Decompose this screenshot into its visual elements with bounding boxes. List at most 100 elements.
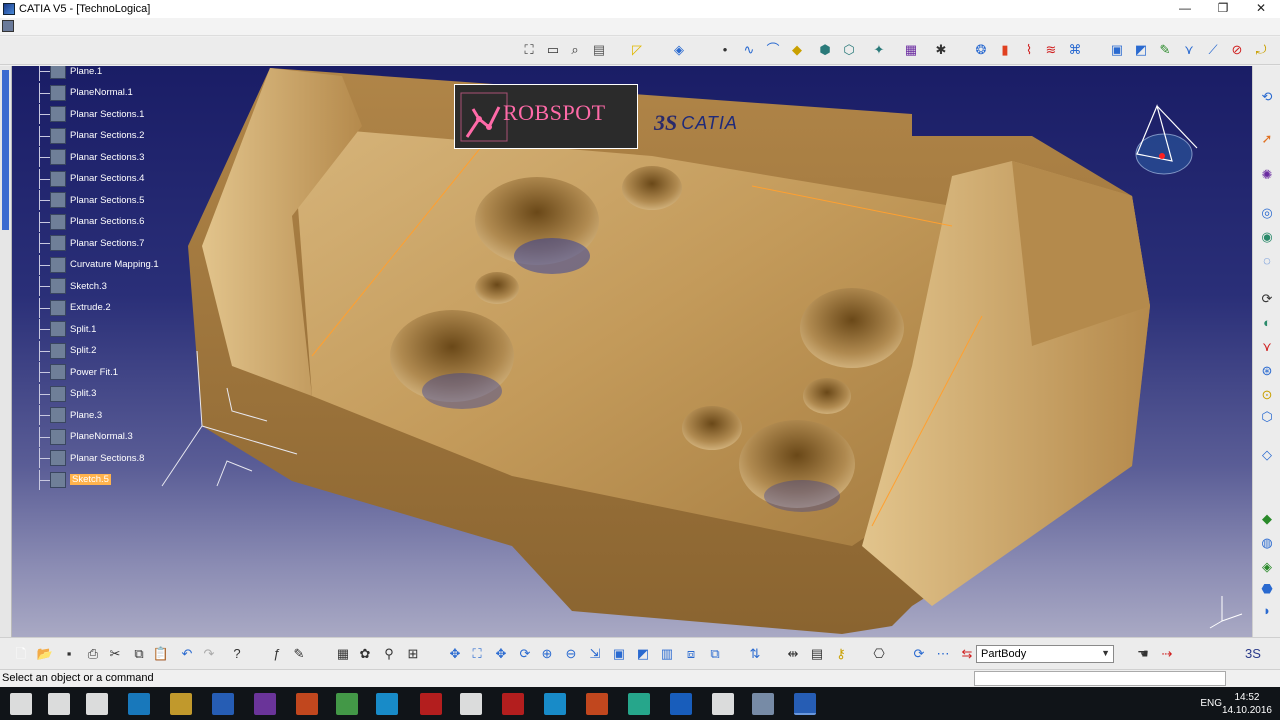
plane-tool-icon[interactable]: ◈	[670, 41, 688, 59]
render-icon[interactable]: ✎	[1156, 41, 1174, 59]
swap-visible-icon[interactable]: ⧈	[682, 645, 700, 663]
tool-a-icon[interactable]: ◎	[1258, 204, 1276, 222]
search-icon[interactable]	[48, 693, 70, 715]
tree-scrollbar[interactable]	[0, 66, 12, 637]
shade-icon[interactable]: ◩	[634, 645, 652, 663]
task-view-icon[interactable]	[86, 693, 108, 715]
catia-task-icon[interactable]	[794, 693, 816, 715]
tool-c-icon[interactable]: ◌	[1258, 252, 1276, 270]
tree-item[interactable]: Planar Sections.1	[30, 104, 144, 124]
rotate-view-icon[interactable]: ⟳	[516, 645, 534, 663]
app-g-icon[interactable]	[712, 693, 734, 715]
tool-g-icon[interactable]: ⊛	[1258, 362, 1276, 380]
tree-item[interactable]: Split.3	[30, 383, 96, 404]
windows-start-icon[interactable]	[10, 693, 32, 715]
tree-item[interactable]: Planar Sections.5	[30, 190, 144, 210]
tool-k-icon[interactable]: ◆	[1258, 510, 1276, 528]
normal-view-icon[interactable]: ⇲	[586, 645, 604, 663]
sketch-tool-icon[interactable]: ◸	[628, 41, 646, 59]
hand-icon[interactable]: ☚	[1134, 645, 1152, 663]
open-icon[interactable]: 📂	[36, 645, 54, 663]
outlook-icon[interactable]	[212, 693, 234, 715]
tree-item[interactable]: Planar Sections.8	[30, 448, 144, 468]
tool-b-icon[interactable]: ◉	[1258, 228, 1276, 246]
cut-icon[interactable]: ✂	[106, 645, 124, 663]
tree-item[interactable]: Sketch.3	[30, 276, 107, 296]
explorer-icon[interactable]	[170, 693, 192, 715]
edge-icon[interactable]	[128, 693, 150, 715]
fit-all-icon[interactable]: ⛶	[520, 41, 538, 59]
chrome-icon[interactable]	[336, 693, 358, 715]
skype-icon[interactable]	[376, 693, 398, 715]
tree-item[interactable]: PlaneNormal.1	[30, 82, 133, 103]
power-fit-tool-icon[interactable]: ✦	[870, 41, 888, 59]
extrude-tool-icon[interactable]: ⬢	[816, 41, 834, 59]
ds-corner-logo-icon[interactable]: 3S	[1244, 645, 1262, 663]
grid-icon[interactable]: ▦	[334, 645, 352, 663]
vs-icon[interactable]	[254, 693, 276, 715]
close-button[interactable]: ✕	[1242, 0, 1280, 18]
zoom-area-icon[interactable]: ⌕	[566, 41, 584, 59]
tree-item[interactable]: Curvature Mapping.1	[30, 254, 159, 275]
section-analysis-icon[interactable]: ⌘	[1066, 41, 1084, 59]
swap-icon[interactable]: ⤾	[1252, 41, 1270, 59]
analysis-icon[interactable]: ✱	[932, 41, 950, 59]
curvature-tool-icon[interactable]: ❂	[972, 41, 990, 59]
command-input[interactable]	[974, 671, 1226, 686]
minimize-button[interactable]: —	[1166, 0, 1204, 18]
pointer-icon[interactable]: ⇢	[1158, 645, 1176, 663]
pan-icon[interactable]: ✥	[446, 645, 464, 663]
material-icon[interactable]: ▤	[808, 645, 826, 663]
tree-item[interactable]: Sketch.5	[30, 469, 111, 490]
tool-i-icon[interactable]: ⬡	[1258, 408, 1276, 426]
hide-icon[interactable]: ⊘	[1228, 41, 1246, 59]
tree-item[interactable]: Plane.3	[30, 405, 102, 425]
analyze-icon[interactable]: ⊞	[404, 645, 422, 663]
tree-item[interactable]: PlaneNormal.3	[30, 426, 133, 447]
tree-item[interactable]: Plane.1	[30, 66, 102, 81]
iso-view-icon[interactable]: ▣	[610, 645, 628, 663]
refresh-icon[interactable]: ⟳	[910, 645, 928, 663]
mesh-icon[interactable]: ▦	[902, 41, 920, 59]
measure-icon[interactable]: ⚲	[380, 645, 398, 663]
maximize-button[interactable]: ❐	[1204, 0, 1242, 18]
tool-m-icon[interactable]: ◈	[1258, 558, 1276, 576]
hide-show-icon[interactable]: ▥	[658, 645, 676, 663]
deviation-icon[interactable]: ⌇	[1020, 41, 1038, 59]
app-b-icon[interactable]	[502, 693, 524, 715]
rotate-icon[interactable]: ⟲	[1258, 88, 1276, 106]
app-e-icon[interactable]	[628, 693, 650, 715]
tree-item[interactable]: Planar Sections.6	[30, 211, 144, 232]
save-icon[interactable]: ▪	[60, 645, 78, 663]
tool-h-icon[interactable]: ⊙	[1258, 386, 1276, 404]
revolve-icon[interactable]: ⬡	[840, 41, 858, 59]
tree-item[interactable]: Planar Sections.2	[30, 125, 144, 146]
tree-item[interactable]: Split.1	[30, 319, 96, 339]
comment-icon[interactable]: ✎	[290, 645, 308, 663]
3d-viewport[interactable]: Plane.1 PlaneNormal.1 Planar Sections.1 Pla…	[12, 66, 1252, 637]
connect-icon[interactable]: ⟋	[1204, 41, 1222, 59]
knowledge-icon[interactable]: ✿	[356, 645, 374, 663]
options-icon[interactable]: ⋯	[934, 645, 952, 663]
cloud-icon[interactable]: ✺	[1258, 166, 1276, 184]
fit-icon[interactable]: ⛶	[468, 645, 486, 663]
select-body-icon[interactable]: ⇆	[958, 645, 976, 663]
formula-icon[interactable]: ƒ	[268, 645, 286, 663]
tolerance-icon[interactable]: ⇹	[784, 645, 802, 663]
app-f-icon[interactable]	[670, 693, 692, 715]
curve-icon[interactable]: ⌒	[764, 41, 782, 59]
redo-icon[interactable]: ↷	[200, 645, 218, 663]
panda-icon[interactable]	[460, 693, 482, 715]
porcupine-icon[interactable]: ≋	[1042, 41, 1060, 59]
copy-icon[interactable]: ⧉	[130, 645, 148, 663]
tree-item[interactable]: Split.2	[30, 340, 96, 361]
app-c-icon[interactable]	[544, 693, 566, 715]
spline-icon[interactable]: ∿	[740, 41, 758, 59]
zoom-out-icon[interactable]: ⊖	[562, 645, 580, 663]
solidworks-icon[interactable]	[420, 693, 442, 715]
lock-icon[interactable]: ⚷	[832, 645, 850, 663]
tree-item[interactable]: Planar Sections.4	[30, 168, 144, 189]
compass-icon[interactable]	[1135, 104, 1198, 175]
point-icon[interactable]: •	[716, 41, 734, 59]
zoom-in-icon[interactable]: ⊕	[538, 645, 556, 663]
